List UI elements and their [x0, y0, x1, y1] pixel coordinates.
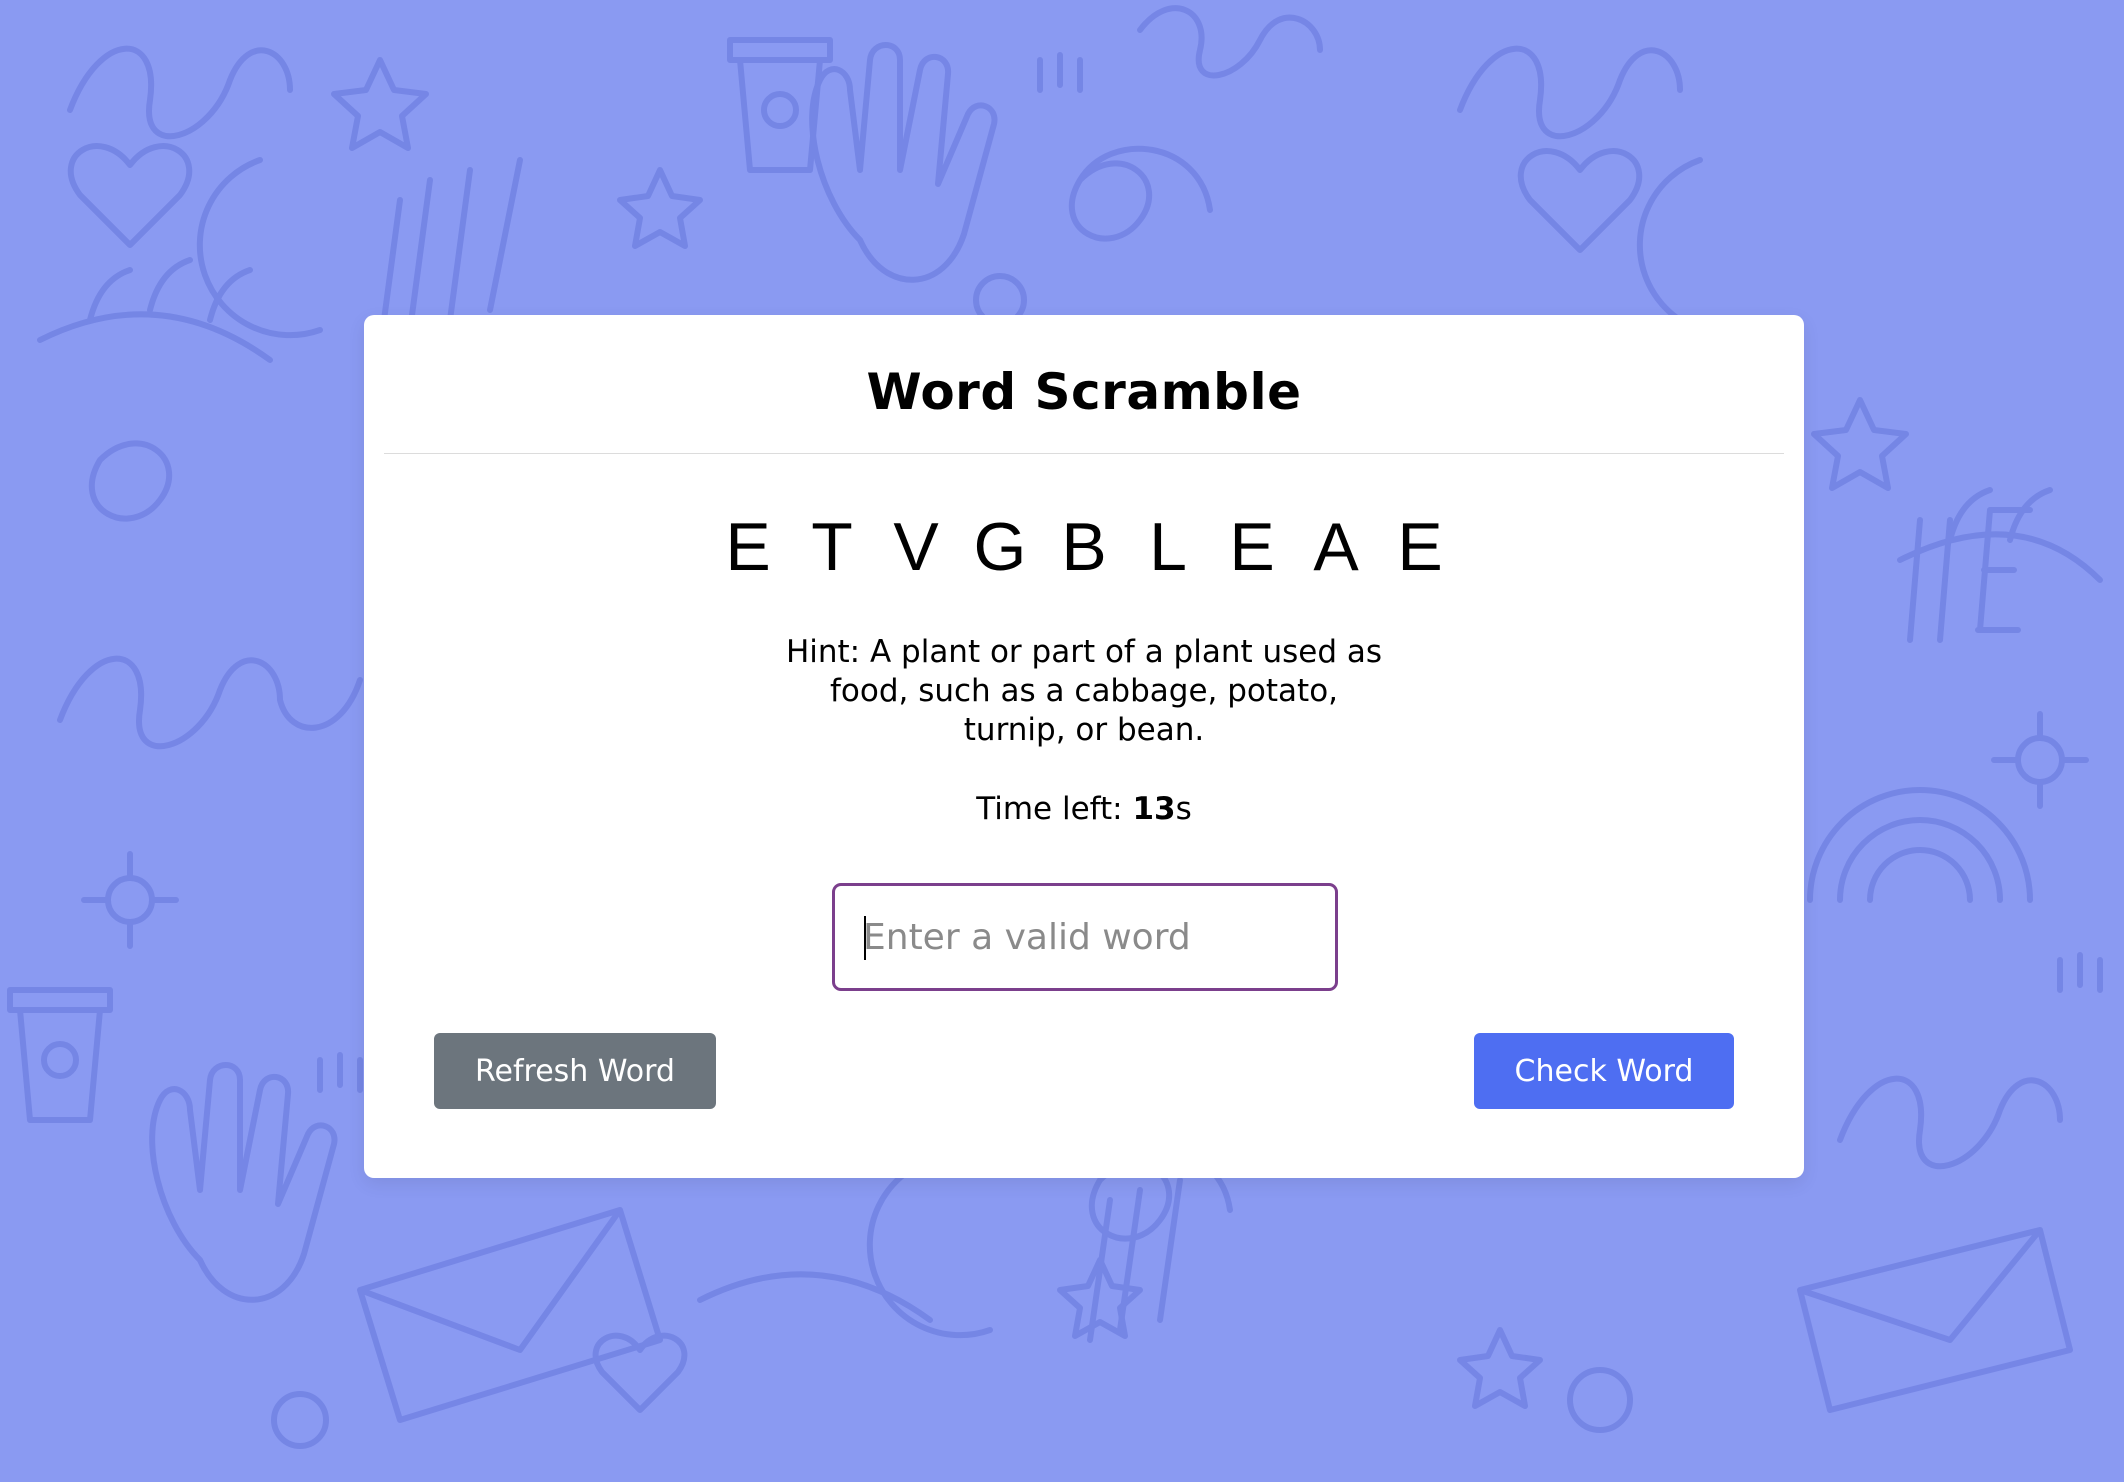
scrambled-letter: V: [893, 509, 939, 585]
time-left-label: Time left:: [976, 791, 1133, 827]
scrambled-letter: L: [1149, 509, 1187, 585]
scrambled-letter: B: [1061, 509, 1107, 585]
scrambled-letter: E: [1397, 509, 1443, 585]
scrambled-letter: E: [1229, 509, 1275, 585]
word-input[interactable]: [863, 886, 1313, 988]
refresh-word-button[interactable]: Refresh Word: [434, 1033, 716, 1109]
time-left-value: 13: [1132, 791, 1176, 827]
scrambled-letter: E: [725, 509, 771, 585]
game-card: Word Scramble E T V G B L E A E Hint: A …: [364, 315, 1804, 1178]
time-left-unit: s: [1175, 791, 1192, 827]
hint-text: Hint: A plant or part of a plant used as…: [785, 634, 1383, 748]
title-divider: [384, 453, 1784, 454]
scrambled-letter: A: [1313, 509, 1359, 585]
scrambled-letter: G: [973, 509, 1027, 585]
game-title: Word Scramble: [866, 363, 1302, 421]
scrambled-letter: T: [811, 509, 853, 585]
word-input-wrapper: [832, 883, 1338, 991]
time-left: Time left: 13s: [364, 791, 1804, 827]
scrambled-word: E T V G B L E A E: [364, 507, 1804, 587]
check-word-button[interactable]: Check Word: [1474, 1033, 1734, 1109]
text-caret: [864, 916, 866, 960]
